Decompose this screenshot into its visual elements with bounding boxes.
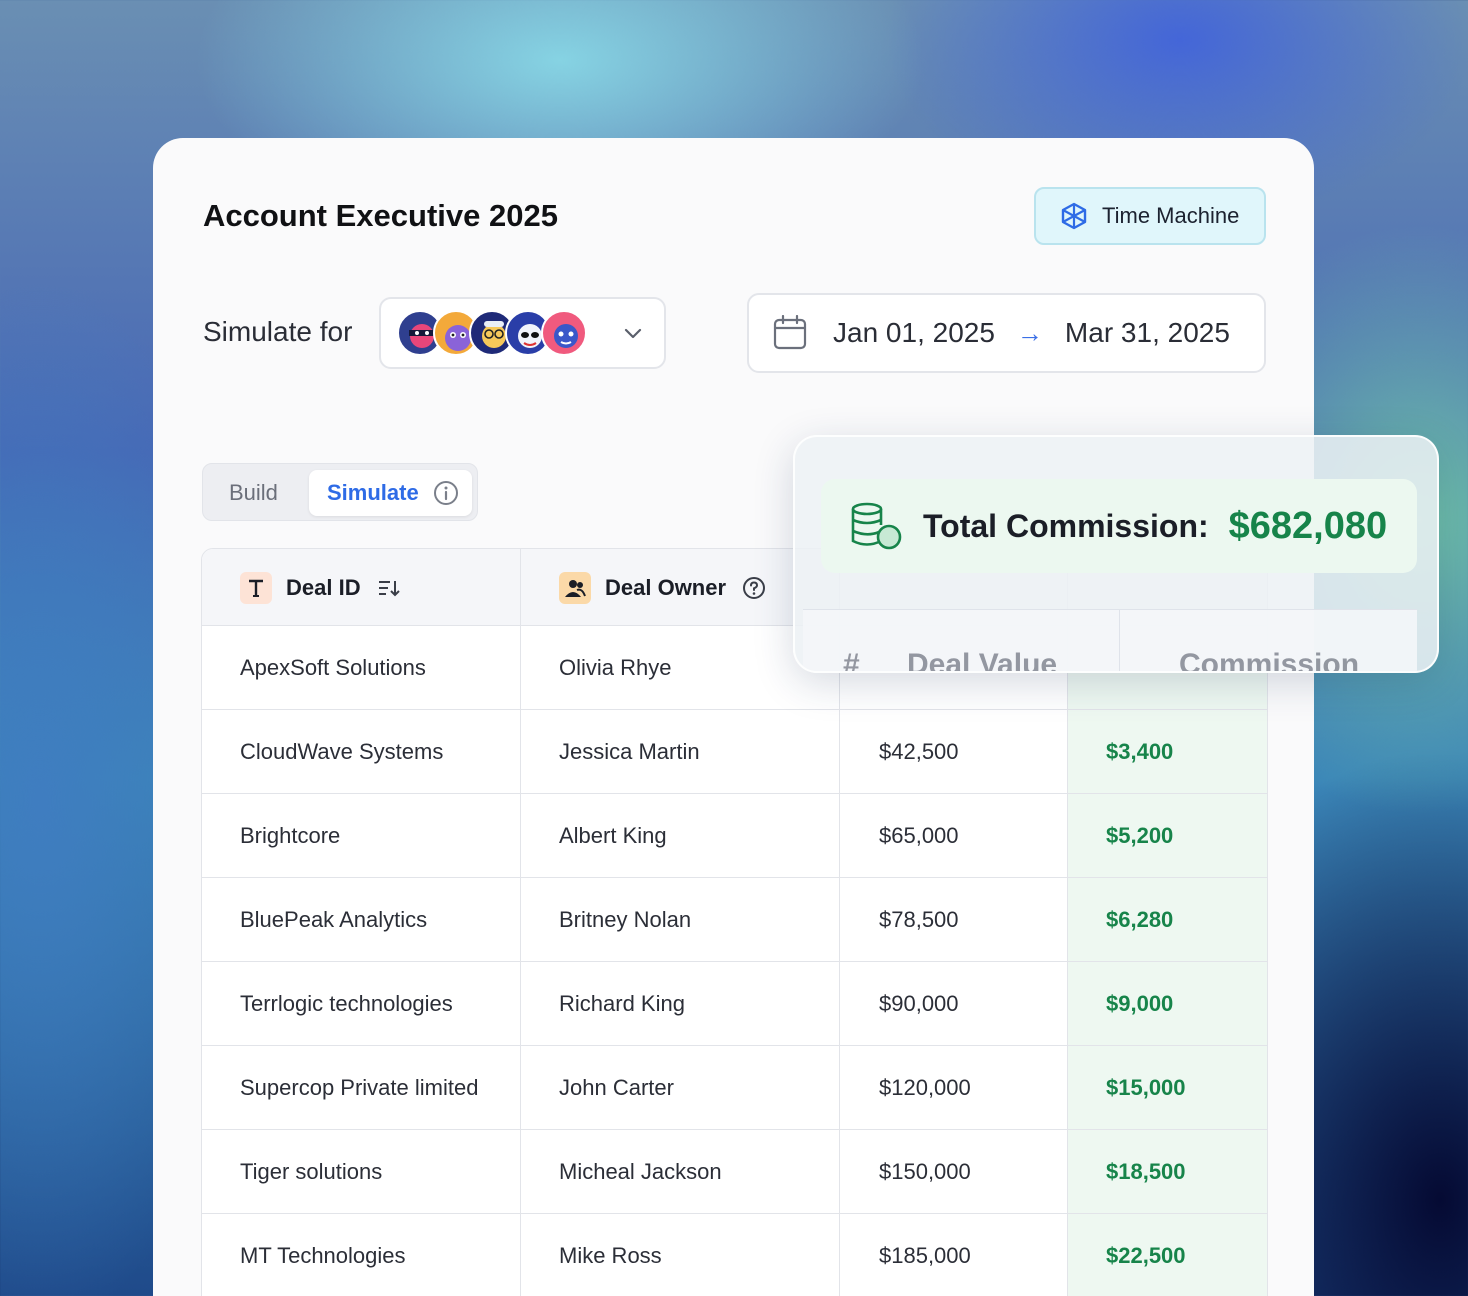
table-row[interactable]: CloudWave Systems Jessica Martin $42,500 $3… [202,710,1267,794]
avatar-group [397,310,587,356]
table-row[interactable]: Supercop Private limited John Carter $120,… [202,1046,1267,1130]
table-row[interactable]: BluePeak Analytics Britney Nolan $78,500 $6… [202,878,1267,962]
page-title: Account Executive 2025 [203,198,558,233]
column-header-label: Deal ID [286,574,361,600]
deal-value-cell: $120,000 [879,1075,971,1100]
chevron-down-icon [624,328,642,339]
deal-owner-cell: John Carter [559,1075,674,1100]
commission-cell: $3,400 [1106,739,1174,764]
column-header-deal-id[interactable]: Deal ID [240,549,401,626]
commission-cell: $9,000 [1106,991,1174,1016]
deal-id-cell: Tiger solutions [240,1159,383,1184]
coins-icon [851,502,902,550]
deal-id-cell: ApexSoft Solutions [240,655,426,680]
deal-value-cell: $78,500 [879,907,959,932]
cube-icon [1061,202,1087,230]
start-date: Jan 01, 2025 [833,317,995,348]
deal-id-cell: Supercop Private limited [240,1075,479,1100]
table-row[interactable]: Brightcore Albert King $65,000 $5,200 [202,794,1267,878]
mode-toggle: Build Simulate [202,463,478,521]
deal-id-cell: CloudWave Systems [240,739,444,764]
deal-value-cell: $42,500 [879,739,959,764]
column-header-deal-owner[interactable]: Deal Owner [559,549,766,626]
total-commission-value: $682,080 [1228,504,1388,547]
commission-cell: $5,200 [1106,823,1174,848]
deal-id-cell: MT Technologies [240,1243,406,1268]
deal-owner-cell: Britney Nolan [559,907,692,932]
arrow-right-icon: → [1016,317,1043,348]
deal-id-cell: BluePeak Analytics [240,907,428,932]
time-machine-button[interactable]: Time Machine [1034,187,1266,245]
column-divider [1119,610,1120,671]
total-commission-panel: Total Commission: $682,080 # Deal Value … [793,435,1439,673]
deal-id-cell: Brightcore [240,823,341,848]
text-type-icon [240,571,272,604]
deal-owner-cell: Richard King [559,991,685,1016]
table-row[interactable]: Tiger solutions Micheal Jackson $150,000 $1… [202,1130,1267,1214]
deal-value-cell: $90,000 [879,991,959,1016]
deal-value-cell: $185,000 [879,1243,971,1268]
tab-simulate-label: Simulate [327,480,419,505]
tab-build[interactable]: Build [229,480,278,506]
deal-value-cell: $150,000 [879,1159,971,1184]
table-row[interactable]: MT Technologies Mike Ross $185,000 $22,500 [202,1214,1267,1296]
calendar-icon [773,315,807,350]
sort-icon[interactable] [377,577,401,599]
deal-id-cell: Terrlogic technologies [240,991,453,1016]
ghost-table-header: # Deal Value Commission [803,609,1417,673]
main-card: Account Executive 2025 Time Machine Simu… [153,138,1314,1296]
hash-icon: # [843,648,860,673]
deal-owner-cell: Micheal Jackson [559,1159,722,1184]
deal-owner-cell: Mike Ross [559,1243,662,1268]
date-range-picker[interactable]: Jan 01, 2025 → Mar 31, 2025 [747,293,1266,373]
total-commission-label: Total Commission: [923,507,1209,544]
deal-value-cell: $65,000 [879,823,959,848]
deal-owner-cell: Jessica Martin [559,739,700,764]
table-row[interactable]: Terrlogic technologies Richard King $90,00… [202,962,1267,1046]
simulate-for-label: Simulate for [203,316,353,347]
help-icon[interactable] [742,576,766,600]
avatar [541,310,587,356]
info-icon[interactable] [433,480,459,506]
commission-cell: $15,000 [1106,1075,1186,1100]
deal-owner-cell: Albert King [559,823,667,848]
commission-cell: $22,500 [1106,1243,1186,1268]
column-header-commission: Commission [1179,648,1360,673]
time-machine-label: Time Machine [1102,203,1240,228]
commission-cell: $18,500 [1106,1159,1186,1184]
user-avatar-select[interactable] [379,297,666,369]
end-date: Mar 31, 2025 [1064,317,1230,348]
column-header-label: Deal Owner [605,574,727,600]
column-header-deal-value: Deal Value [907,648,1058,673]
user-contact-icon [559,571,591,604]
deal-owner-cell: Olivia Rhye [559,655,672,680]
commission-cell: $6,280 [1106,907,1174,932]
total-commission-card: Total Commission: $682,080 [821,479,1417,573]
tab-simulate[interactable]: Simulate [309,470,472,516]
